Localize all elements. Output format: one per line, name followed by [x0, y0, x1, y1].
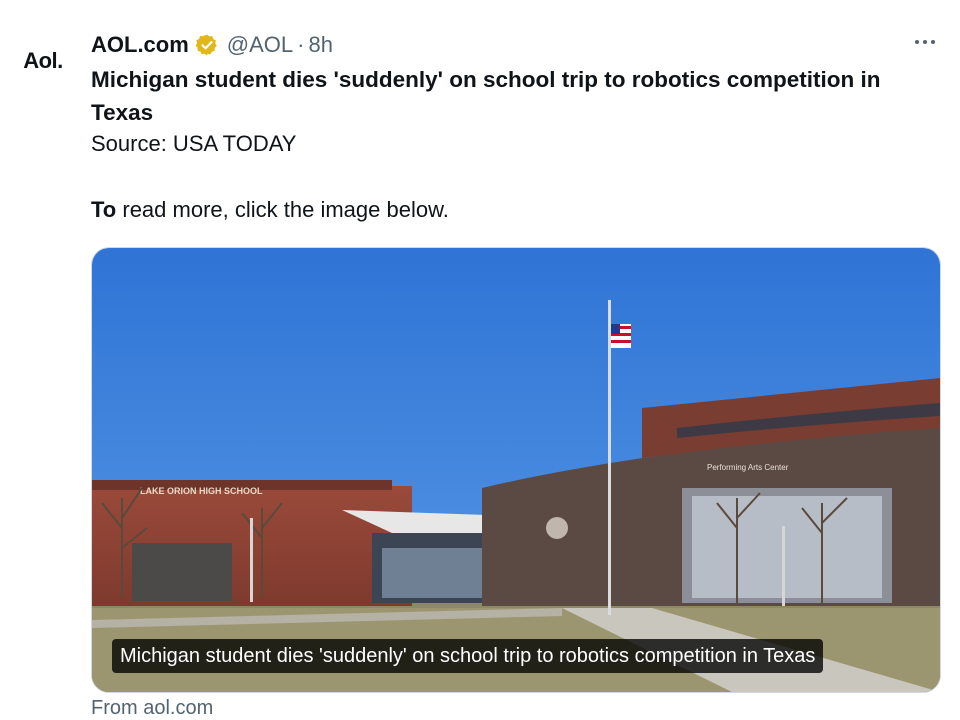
cta-text: read more, click the image below.	[116, 197, 449, 222]
author-name[interactable]: AOL.com	[91, 32, 189, 58]
link-source[interactable]: From aol.com	[91, 697, 213, 720]
tweet-header: AOL.com @AOL · 8h	[91, 31, 333, 59]
school-photo: LAKE ORION HIGH SCHOOL Performing Arts C…	[92, 248, 940, 692]
avatar[interactable]: Aol.	[10, 28, 76, 94]
school-sign: LAKE ORION HIGH SCHOOL	[140, 486, 263, 496]
more-dot	[915, 40, 919, 44]
tweet-cta: To read more, click the image below.	[91, 197, 449, 223]
tweet-headline: Michigan student dies 'suddenly' on scho…	[91, 67, 881, 125]
timestamp[interactable]: 8h	[308, 32, 332, 58]
tweet-source: Source: USA TODAY	[91, 131, 297, 156]
more-options-icon[interactable]	[908, 28, 942, 56]
cta-bold: To	[91, 197, 117, 222]
avatar-logo: Aol.	[23, 48, 63, 73]
more-dot	[931, 40, 935, 44]
link-card-image[interactable]: LAKE ORION HIGH SCHOOL Performing Arts C…	[91, 247, 941, 693]
author-handle[interactable]: @AOL	[227, 32, 293, 58]
separator-dot: ·	[297, 32, 305, 57]
us-flag	[611, 324, 631, 348]
verified-badge-icon[interactable]	[195, 33, 219, 57]
arts-center-sign: Performing Arts Center	[707, 463, 789, 472]
image-caption: Michigan student dies 'suddenly' on scho…	[112, 639, 824, 673]
more-dot	[923, 40, 927, 44]
